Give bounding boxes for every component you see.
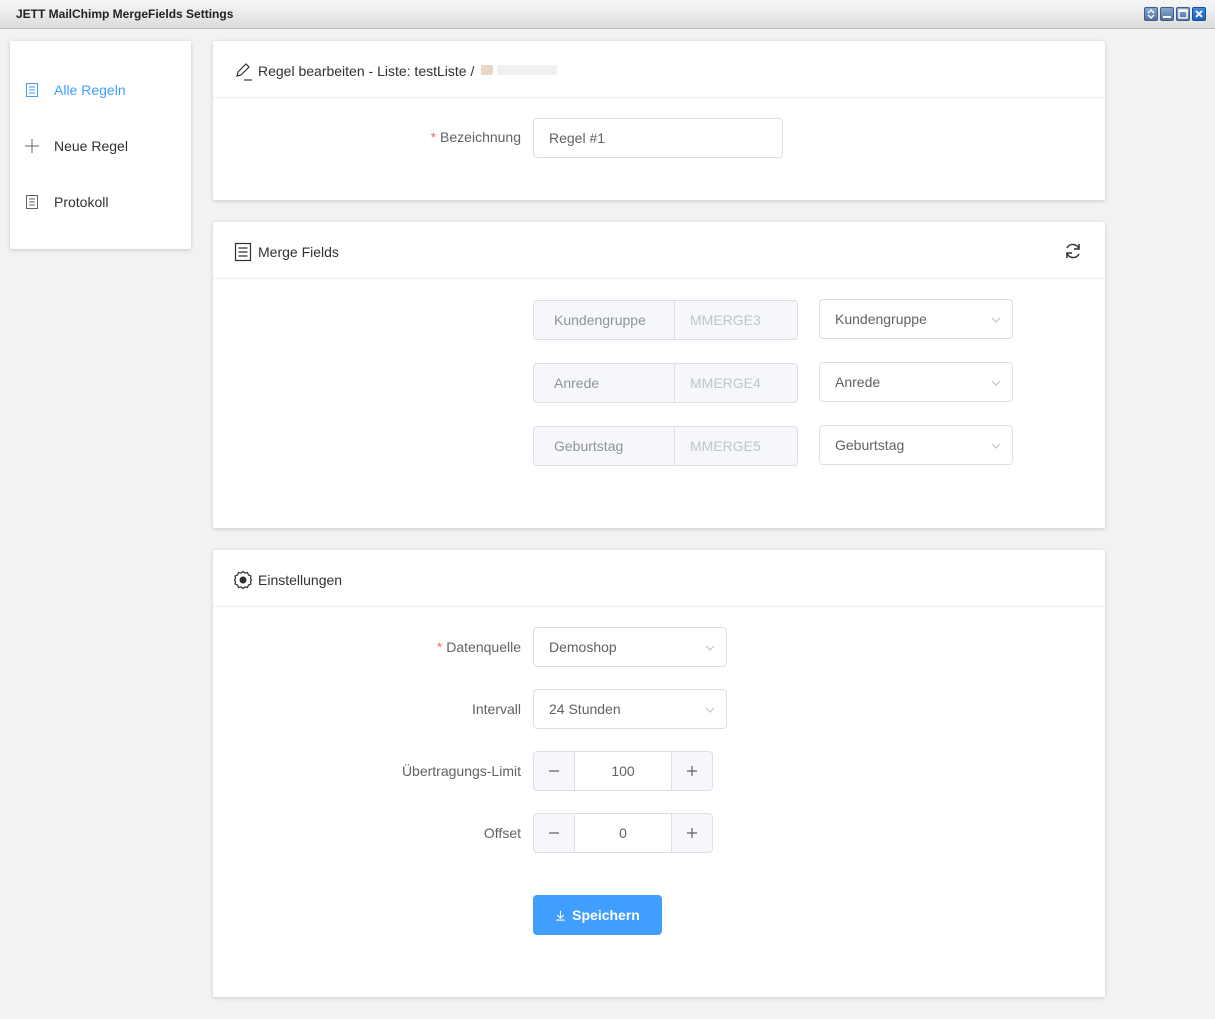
rule-card-header: Regel bearbeiten - Liste: testListe / (213, 41, 1105, 98)
merge-field-tag: MMERGE5 (675, 427, 797, 465)
document-icon (234, 242, 252, 262)
refresh-icon[interactable] (1063, 241, 1083, 261)
offset-decrement-button[interactable] (534, 814, 575, 852)
plus-icon (25, 139, 39, 153)
chevron-down-icon (991, 380, 1001, 386)
merge-fields-header: Merge Fields (213, 222, 1105, 279)
merge-field-name: Kundengruppe (534, 301, 675, 339)
chevron-down-icon (991, 317, 1001, 323)
limit-input[interactable]: 100 (575, 752, 671, 790)
merge-field-select[interactable]: Geburtstag (819, 425, 1013, 465)
settings-card: Einstellungen * Datenquelle Demoshop Inte… (213, 550, 1105, 997)
name-label: * Bezeichnung (430, 129, 521, 145)
close-icon[interactable] (1192, 7, 1206, 21)
merge-field-name: Geburtstag (534, 427, 675, 465)
limit-increment-button[interactable] (671, 752, 712, 790)
offset-input[interactable]: 0 (575, 814, 671, 852)
limit-stepper: 100 (533, 751, 713, 791)
download-icon (556, 910, 565, 921)
maximize-icon[interactable] (1176, 7, 1190, 21)
merge-field-row: Kundengruppe MMERGE3 (533, 300, 798, 340)
select-value: Demoshop (549, 639, 617, 655)
settings-header: Einstellungen (213, 550, 1105, 607)
restore-icon[interactable] (1144, 7, 1158, 21)
window-controls (1144, 7, 1206, 21)
sidebar-item-neue-regel[interactable]: Neue Regel (25, 134, 128, 158)
sidebar-item-label: Protokoll (54, 194, 109, 210)
save-button-label: Speichern (572, 907, 640, 923)
datasource-select[interactable]: Demoshop (533, 627, 727, 667)
window-title: JETT MailChimp MergeFields Settings (16, 7, 234, 21)
sidebar: Alle Regeln Neue Regel Protokoll (10, 41, 191, 249)
sidebar-item-label: Alle Regeln (54, 82, 126, 98)
settings-icon (233, 570, 253, 590)
minus-icon (549, 832, 559, 834)
merge-field-select[interactable]: Kundengruppe (819, 299, 1013, 339)
save-button[interactable]: Speichern (533, 895, 662, 935)
name-input[interactable]: Regel #1 (533, 118, 783, 158)
select-value: Kundengruppe (835, 311, 927, 327)
minimize-icon[interactable] (1160, 7, 1174, 21)
interval-select[interactable]: 24 Stunden (533, 689, 727, 729)
chevron-down-icon (991, 443, 1001, 449)
merge-fields-title: Merge Fields (258, 244, 339, 260)
merge-field-name: Anrede (534, 364, 675, 402)
minus-icon (549, 770, 559, 772)
sidebar-item-alle-regeln[interactable]: Alle Regeln (26, 78, 126, 102)
rule-card: Regel bearbeiten - Liste: testListe / * B… (213, 41, 1105, 200)
redacted-list-id (481, 65, 493, 75)
offset-increment-button[interactable] (671, 814, 712, 852)
plus-icon (687, 828, 697, 838)
document-icon (26, 195, 38, 209)
sidebar-item-protokoll[interactable]: Protokoll (26, 190, 109, 214)
rule-card-title: Regel bearbeiten - Liste: testListe / (258, 63, 475, 79)
datasource-label: * Datenquelle (436, 639, 521, 655)
chevron-down-icon (705, 645, 715, 651)
select-value: Geburtstag (835, 437, 905, 453)
chevron-down-icon (705, 707, 715, 713)
select-value: 24 Stunden (549, 701, 621, 717)
offset-label: Offset (483, 825, 521, 841)
merge-field-tag: MMERGE4 (675, 364, 797, 402)
merge-field-row: Geburtstag MMERGE5 (533, 426, 798, 466)
limit-label: Übertragungs-Limit (401, 763, 521, 779)
redacted-list-id (497, 65, 557, 75)
document-icon (26, 83, 38, 97)
merge-field-row: Anrede MMERGE4 (533, 363, 798, 403)
interval-label: Intervall (471, 701, 521, 717)
limit-decrement-button[interactable] (534, 752, 575, 790)
edit-icon (236, 63, 252, 81)
merge-field-tag: MMERGE3 (675, 301, 797, 339)
window-titlebar: JETT MailChimp MergeFields Settings (0, 0, 1215, 29)
plus-icon (687, 766, 697, 776)
offset-stepper: 0 (533, 813, 713, 853)
settings-title: Einstellungen (258, 572, 343, 588)
merge-fields-card: Merge Fields Kundengruppe MMERGE3 Kunden… (213, 222, 1105, 528)
select-value: Anrede (835, 374, 881, 390)
merge-field-select[interactable]: Anrede (819, 362, 1013, 402)
sidebar-item-label: Neue Regel (54, 138, 128, 154)
